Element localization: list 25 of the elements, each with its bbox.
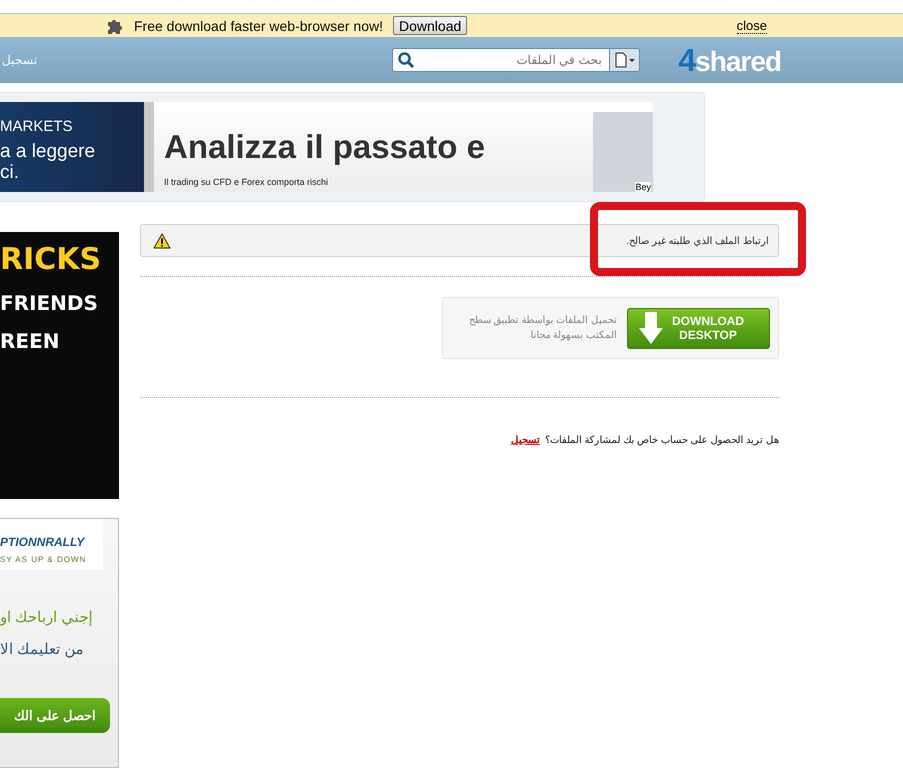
- signup-link[interactable]: تسجيل: [510, 434, 540, 446]
- banner-text: a a leggere: [0, 141, 96, 162]
- banner-text: ci.: [0, 162, 20, 183]
- alert-message: ارتباط الملف الذي طلبته غير صالح.: [626, 234, 769, 246]
- banner-headline: Analizza il passato e: [164, 128, 486, 166]
- ad-tagline: SY AS UP & DOWN: [0, 555, 88, 564]
- signup-question: هل تريد الحصول على حساب خاص بك لمشاركة الملفات؟: [544, 434, 779, 446]
- banner-disclaimer: Il trading su CFD e Forex comporta rischi: [164, 177, 330, 187]
- ad-text: من تعليمك الا: [0, 640, 84, 658]
- down-arrow-icon: [638, 311, 664, 345]
- download-button[interactable]: Download: [393, 16, 468, 35]
- promo-message: Free download faster web-browser now!: [134, 18, 384, 34]
- banner-tag: Bey: [635, 182, 651, 192]
- ad-text: REEN: [0, 329, 60, 353]
- ad-brand: PTIONNRALLY: [0, 535, 86, 549]
- search-field[interactable]: بحث في الملفات: [392, 48, 610, 72]
- close-link[interactable]: close: [736, 18, 767, 34]
- advertisement-banner[interactable]: RICKS FRIENDS REEN: [0, 232, 119, 499]
- ad-text: FRIENDS: [0, 291, 99, 315]
- ad-text: RICKS: [0, 242, 102, 277]
- banner-text: MARKETS: [0, 117, 74, 137]
- search-icon: [397, 51, 416, 69]
- file-type-dropdown[interactable]: [610, 48, 640, 72]
- promo-description: تحميل الملفات بواسطة تطبيق سطح المكتب بسهولة مجانا: [468, 314, 617, 343]
- warning-icon: [153, 232, 171, 248]
